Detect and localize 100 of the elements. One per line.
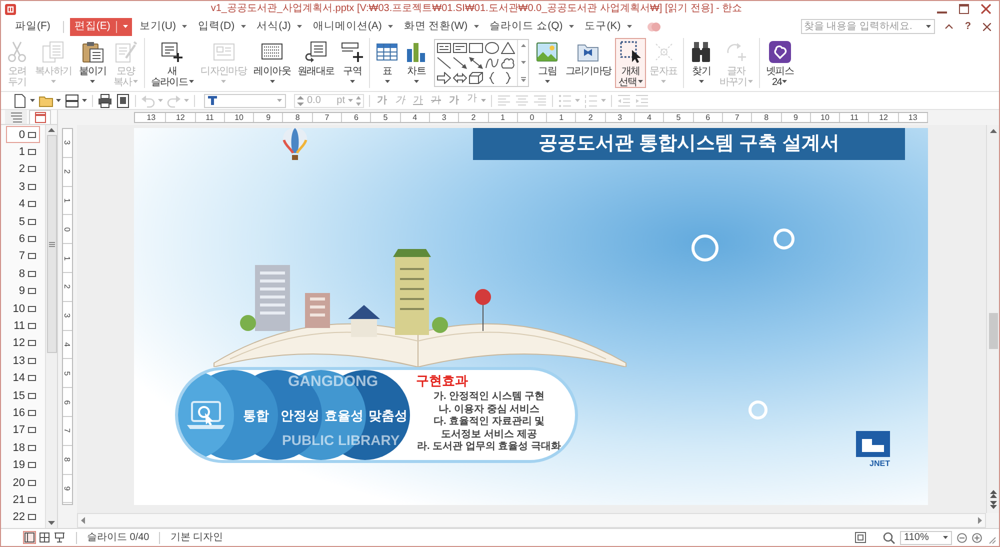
scroll-thumb[interactable] [46,135,56,353]
slides-tab[interactable] [29,110,51,124]
scroll-right-icon[interactable] [978,517,982,524]
slide-list-item[interactable]: 14 [6,369,40,387]
slide-thumbnail-icon [28,149,36,156]
block-arrow-icon[interactable] [437,72,452,84]
slide-list-item[interactable]: 4 [6,196,40,213]
slide-list-item[interactable]: 15 [6,386,40,404]
cube-icon[interactable] [469,72,484,84]
menu-item[interactable]: 화면 전환(W) [400,18,483,36]
menu-item[interactable]: 애니메이션(A) [308,18,397,36]
curve-icon[interactable] [485,57,500,69]
slide-list-item[interactable]: 16 [6,404,40,422]
slide-list-item[interactable]: 21 [6,491,40,509]
ellipse-icon[interactable] [485,42,500,54]
close-icon[interactable] [981,4,991,14]
laptop-cursor-icon [186,400,226,430]
arrow-line-icon[interactable] [453,57,468,69]
normal-view-icon[interactable] [23,531,36,544]
slide-list-item[interactable]: 2 [6,160,40,178]
slide-list-item[interactable]: 12 [6,334,40,352]
search-field[interactable]: 찾을 내용을 입력하세요. [800,19,935,34]
maximize-icon[interactable] [959,4,969,14]
chevron-up-icon[interactable] [944,24,953,29]
window-title: v1_공공도서관_사업계획서.pptx [V:₩03.프로젝트₩01.SI₩01.도서관₩0.0_공공도서관 사업계획서₩] [읽기 전용] - 한쇼 [210,2,742,16]
slide-list-item[interactable]: 1 [6,143,40,161]
double-arrow-line-icon[interactable] [469,57,484,69]
slide-sorter-icon[interactable] [38,531,51,544]
slide-list-item[interactable]: 5 [6,212,40,230]
caret-icon[interactable] [30,99,35,102]
menu-item[interactable]: 입력(D) [194,18,250,36]
new-slide-button[interactable]: 새 슬라이드 [148,38,197,88]
document-pen-icon [114,41,137,63]
double-block-arrow-icon[interactable] [453,72,468,84]
paste-button[interactable]: 붙이기 [76,38,110,88]
help-button[interactable]: ? [964,20,971,32]
outline-tab[interactable] [5,110,27,124]
menu-item[interactable]: 슬라이드 쇼(Q) [486,18,578,36]
zoom-out-icon[interactable] [957,532,967,542]
printer-icon[interactable] [98,94,112,108]
split-panel-icon[interactable] [65,94,79,108]
slide-list-item[interactable]: 10 [6,300,40,318]
scroll-up-icon[interactable] [520,44,526,47]
scroll-up-icon[interactable] [990,129,996,133]
preview-icon[interactable] [116,94,130,108]
expand-icon[interactable] [520,77,526,82]
menu-item[interactable]: 파일(F) [11,18,54,36]
next-slide-icon[interactable] [990,501,996,509]
magnifier-icon[interactable] [883,532,895,544]
slide-list-item[interactable]: 22 [6,508,40,526]
chart-button[interactable]: 차트 [402,38,430,88]
resize-grip-icon[interactable] [989,536,996,544]
textbox-icon[interactable] [437,42,452,54]
reset-button[interactable]: 원래대로 [294,38,338,88]
slide-list-item[interactable]: 11 [6,317,40,335]
zoom-dropdown[interactable]: 110% [900,530,952,544]
slide-list-item[interactable]: 6 [6,230,40,248]
scroll-down-icon[interactable] [520,60,526,64]
scroll-thumb[interactable] [988,313,998,349]
font-field[interactable] [204,94,286,108]
triangle-icon[interactable] [501,42,516,54]
menu-item[interactable]: 보기(U) [135,18,191,36]
slide-list-item[interactable]: 7 [6,248,40,266]
caret-icon[interactable] [82,99,87,102]
slide-list-item[interactable]: 19 [6,456,40,474]
slide-list-item[interactable]: 13 [6,352,40,370]
scroll-down-icon[interactable] [48,521,55,525]
slide-list-item[interactable]: 8 [6,265,40,283]
netffice-button[interactable]: 넷피스 24 [762,38,797,88]
menu-item[interactable]: 서식(J) [252,18,306,36]
slide-list-item[interactable]: 3 [6,178,40,196]
slide-list-item[interactable]: 20 [6,474,40,492]
fit-to-window-icon[interactable] [855,532,866,543]
textbox-icon[interactable] [453,42,468,54]
close-icon[interactable] [983,22,991,30]
table-button[interactable]: 표 [373,38,402,88]
slide-list-item[interactable]: 0 [6,126,40,144]
zoom-in-icon[interactable] [972,532,982,542]
caret-icon[interactable] [56,99,61,102]
select-object-button[interactable]: 개체 선택 [615,38,646,88]
slide-list-item[interactable]: 18 [6,439,40,456]
scroll-left-icon[interactable] [81,517,85,524]
ruler-number: 5 [63,371,72,376]
line-icon[interactable] [437,57,452,69]
slide-list-item[interactable]: 9 [6,282,40,300]
menu-item[interactable]: 편집(E) [70,18,132,36]
caret-icon[interactable] [926,25,931,28]
section-button[interactable]: 구역 [338,38,366,88]
picture-button[interactable]: 그림 [533,38,562,88]
find-button[interactable]: 찾기 [687,38,716,88]
previous-slide-icon[interactable] [990,490,996,498]
freeform-icon[interactable] [501,57,516,69]
layout-button[interactable]: 레이아웃 [250,38,294,88]
scroll-up-icon[interactable] [48,128,55,132]
rectangle-icon[interactable] [469,42,484,54]
slideshow-icon[interactable] [53,531,66,544]
menu-item[interactable]: 도구(K) [580,18,636,36]
clipart-button[interactable]: 그리기마당 [562,38,614,88]
slide-list-item[interactable]: 17 [6,422,40,440]
horizontal-scrollbar[interactable] [77,513,986,528]
